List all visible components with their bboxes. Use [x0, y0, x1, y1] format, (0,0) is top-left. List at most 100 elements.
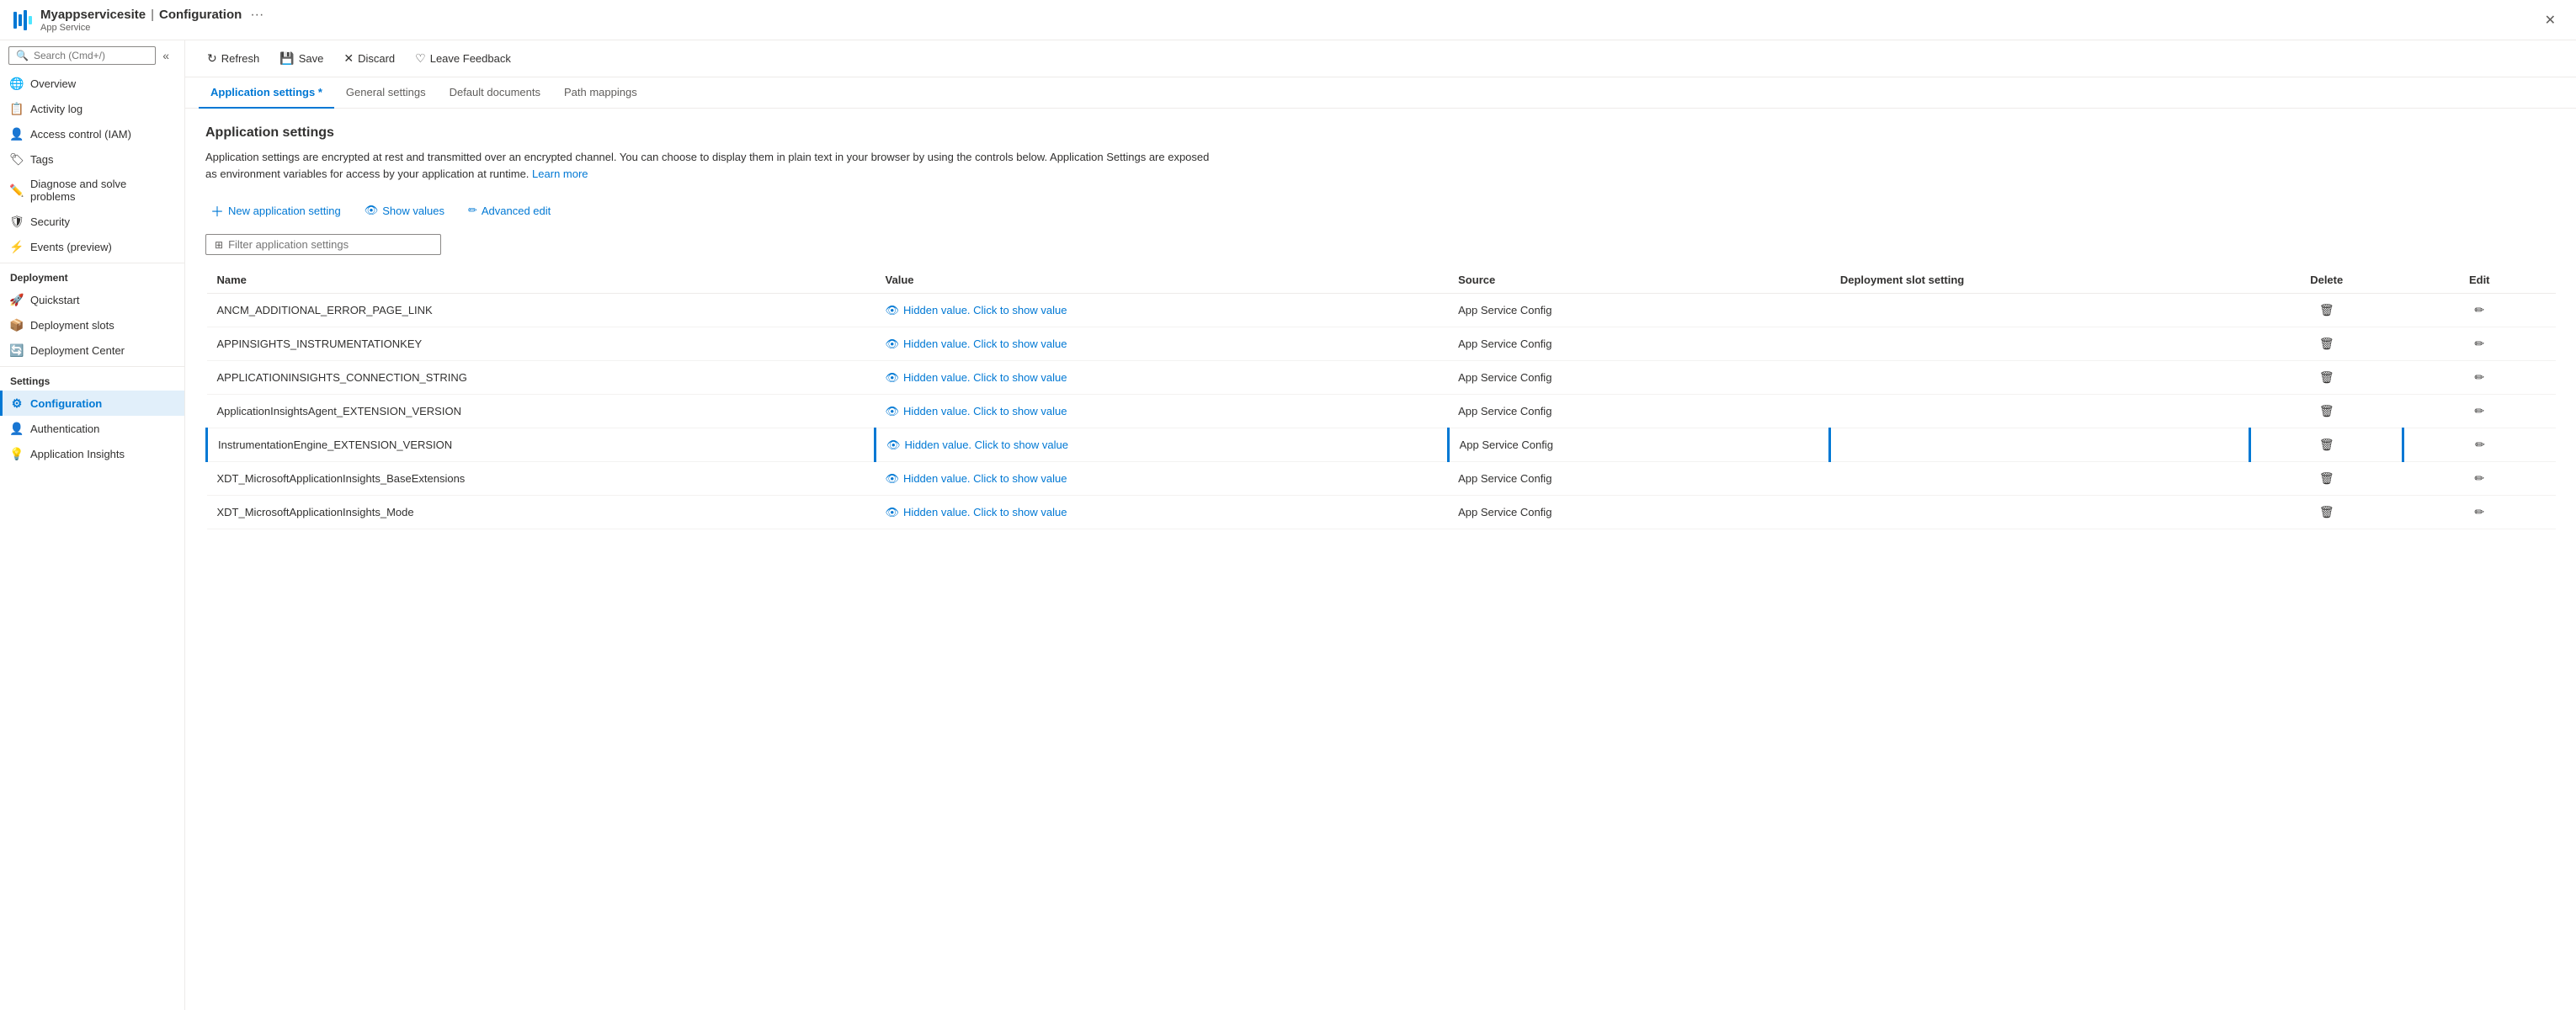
tabs: Application settings * General settings …: [185, 77, 2576, 109]
events-icon: ⚡: [10, 240, 24, 253]
eye-icon: 👁: [886, 439, 901, 452]
cell-source: App Service Config: [1448, 395, 1830, 428]
cell-delete[interactable]: 🗑: [2250, 294, 2403, 327]
cell-name: XDT_MicrosoftApplicationInsights_Mode: [207, 496, 876, 529]
cell-value[interactable]: 👁 Hidden value. Click to show value: [876, 496, 1449, 529]
sidebar-item-overview[interactable]: 🌐 Overview: [0, 71, 184, 96]
sidebar-item-diagnose[interactable]: ✏️ Diagnose and solve problems: [0, 172, 184, 209]
sidebar-item-tags[interactable]: 🏷 Tags: [0, 146, 184, 172]
cell-delete[interactable]: 🗑: [2250, 361, 2403, 395]
cell-edit[interactable]: ✏: [2403, 462, 2556, 496]
edit-button[interactable]: ✏: [2469, 401, 2489, 421]
header-deployment-slot: Deployment slot setting: [1830, 267, 2250, 294]
edit-button[interactable]: ✏: [2469, 502, 2489, 522]
cell-edit[interactable]: ✏: [2403, 428, 2556, 462]
table-row: InstrumentationEngine_EXTENSION_VERSION👁…: [207, 428, 2557, 462]
close-button[interactable]: ✕: [2538, 8, 2563, 32]
filter-wrap: ⊞: [205, 234, 441, 255]
delete-button[interactable]: 🗑: [2314, 334, 2339, 354]
edit-button[interactable]: ✏: [2469, 469, 2489, 488]
new-setting-button[interactable]: ＋ New application setting: [205, 197, 346, 224]
tab-general-settings[interactable]: General settings: [334, 77, 438, 109]
cell-name: APPINSIGHTS_INSTRUMENTATIONKEY: [207, 327, 876, 361]
sidebar-item-deployment-center[interactable]: 🔄 Deployment Center: [0, 338, 184, 363]
cell-value[interactable]: 👁 Hidden value. Click to show value: [876, 294, 1449, 327]
sidebar-item-quickstart[interactable]: 🚀 Quickstart: [0, 287, 184, 312]
delete-button[interactable]: 🗑: [2314, 435, 2339, 454]
refresh-button[interactable]: ↻ Refresh: [199, 47, 268, 70]
content-area: ↻ Refresh 💾 Save ✕ Discard ♡ Leave Feedb…: [185, 40, 2576, 1010]
feedback-button[interactable]: ♡ Leave Feedback: [407, 47, 519, 70]
tab-path-mappings[interactable]: Path mappings: [552, 77, 649, 109]
tab-application-settings[interactable]: Application settings *: [199, 77, 334, 109]
header-value: Value: [876, 267, 1449, 294]
cell-value[interactable]: 👁 Hidden value. Click to show value: [876, 395, 1449, 428]
filter-icon: ⊞: [215, 239, 223, 251]
quickstart-icon: 🚀: [10, 293, 24, 306]
cell-edit[interactable]: ✏: [2403, 294, 2556, 327]
cell-source: App Service Config: [1448, 361, 1830, 395]
filter-input[interactable]: [228, 238, 432, 251]
cell-source: App Service Config: [1448, 462, 1830, 496]
cell-edit[interactable]: ✏: [2403, 496, 2556, 529]
toolbar: ↻ Refresh 💾 Save ✕ Discard ♡ Leave Feedb…: [185, 40, 2576, 77]
sidebar-item-authentication[interactable]: 👤 Authentication: [0, 416, 184, 441]
table-header: Name Value Source Deployment slot settin…: [207, 267, 2557, 294]
cell-delete[interactable]: 🗑: [2250, 462, 2403, 496]
header-name: Name: [207, 267, 876, 294]
cell-edit[interactable]: ✏: [2403, 361, 2556, 395]
sidebar-item-label: Access control (IAM): [30, 128, 131, 141]
edit-button[interactable]: ✏: [2469, 300, 2489, 320]
eye-icon: 👁: [886, 371, 900, 385]
sidebar-item-label: Overview: [30, 77, 76, 90]
search-input[interactable]: [34, 50, 148, 61]
sidebar-item-security[interactable]: 🛡 Security: [0, 209, 184, 234]
cell-edit[interactable]: ✏: [2403, 395, 2556, 428]
show-values-button[interactable]: 👁 Show values: [359, 200, 450, 221]
page-title: Application settings: [205, 125, 2556, 141]
sidebar-item-activity-log[interactable]: 📋 Activity log: [0, 96, 184, 121]
eye-icon: 👁: [886, 405, 900, 418]
sidebar-item-access-control[interactable]: 👤 Access control (IAM): [0, 121, 184, 146]
table-row: ApplicationInsightsAgent_EXTENSION_VERSI…: [207, 395, 2557, 428]
sidebar-item-application-insights[interactable]: 💡 Application Insights: [0, 441, 184, 466]
cell-delete[interactable]: 🗑: [2250, 428, 2403, 462]
cell-value[interactable]: 👁 Hidden value. Click to show value: [876, 361, 1449, 395]
sidebar-item-events[interactable]: ⚡ Events (preview): [0, 234, 184, 259]
save-icon: 💾: [279, 51, 294, 66]
cell-delete[interactable]: 🗑: [2250, 496, 2403, 529]
discard-button[interactable]: ✕ Discard: [335, 47, 403, 70]
cell-delete[interactable]: 🗑: [2250, 395, 2403, 428]
main-layout: 🔍 « 🌐 Overview 📋 Activity log 👤 Access c…: [0, 40, 2576, 1010]
cell-value[interactable]: 👁 Hidden value. Click to show value: [876, 462, 1449, 496]
save-button[interactable]: 💾 Save: [271, 47, 332, 70]
edit-button[interactable]: ✏: [2469, 334, 2489, 354]
delete-button[interactable]: 🗑: [2314, 368, 2339, 387]
search-icon: 🔍: [16, 50, 29, 61]
sidebar-item-configuration[interactable]: ⚙ Configuration: [0, 391, 184, 416]
cell-value[interactable]: 👁 Hidden value. Click to show value: [876, 327, 1449, 361]
cell-source: App Service Config: [1448, 496, 1830, 529]
sidebar-item-deployment-slots[interactable]: 📦 Deployment slots: [0, 312, 184, 338]
edit-button[interactable]: ✏: [2470, 435, 2490, 454]
delete-button[interactable]: 🗑: [2314, 469, 2339, 488]
cell-value[interactable]: 👁 Hidden value. Click to show value: [876, 428, 1449, 462]
tab-default-documents[interactable]: Default documents: [438, 77, 552, 109]
title-ellipsis[interactable]: ···: [250, 8, 263, 23]
deployment-center-icon: 🔄: [10, 343, 24, 357]
title-bar-left: Myappservicesite | Configuration ··· App…: [13, 8, 263, 33]
sidebar-item-label: Quickstart: [30, 294, 80, 306]
feedback-icon: ♡: [415, 51, 426, 66]
edit-button[interactable]: ✏: [2469, 368, 2489, 387]
app-subtitle: App Service: [40, 23, 263, 33]
learn-more-link[interactable]: Learn more: [532, 167, 588, 180]
cell-delete[interactable]: 🗑: [2250, 327, 2403, 361]
delete-button[interactable]: 🗑: [2314, 401, 2339, 421]
delete-button[interactable]: 🗑: [2314, 502, 2339, 522]
delete-button[interactable]: 🗑: [2314, 300, 2339, 320]
activity-log-icon: 📋: [10, 102, 24, 115]
collapse-button[interactable]: «: [156, 45, 176, 66]
cell-source: App Service Config: [1448, 428, 1830, 462]
cell-edit[interactable]: ✏: [2403, 327, 2556, 361]
advanced-edit-button[interactable]: ✏ Advanced edit: [463, 200, 556, 221]
